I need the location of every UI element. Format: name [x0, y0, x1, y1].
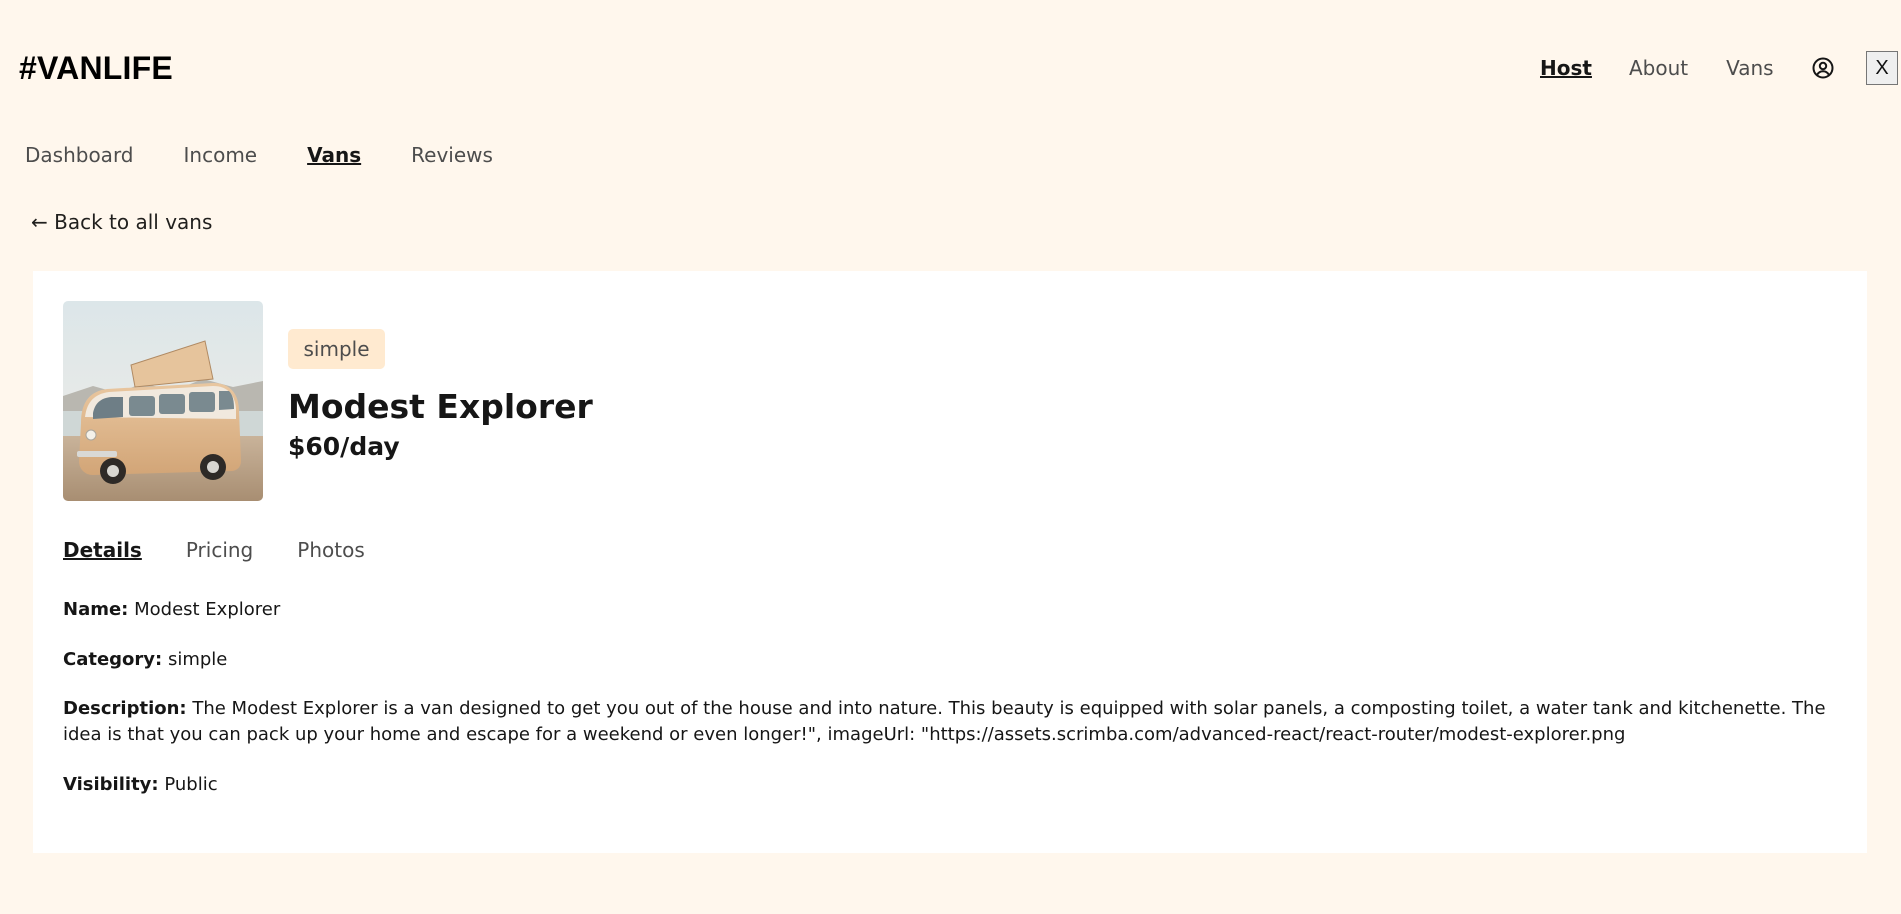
- nav-about-link[interactable]: About: [1629, 49, 1688, 87]
- detail-name-label: Name:: [63, 599, 129, 620]
- user-circle-icon[interactable]: [1811, 56, 1835, 80]
- tab-pricing[interactable]: Pricing: [186, 535, 253, 565]
- detail-category-row: Category: simple: [63, 647, 1843, 673]
- host-nav-vans[interactable]: Vans: [307, 140, 361, 170]
- host-nav: Dashboard Income Vans Reviews: [25, 140, 543, 170]
- van-name-heading: Modest Explorer: [288, 387, 593, 426]
- van-price: $60/day: [288, 432, 400, 461]
- host-nav-dashboard[interactable]: Dashboard: [25, 140, 134, 170]
- logout-button[interactable]: X: [1866, 51, 1898, 85]
- detail-description-label: Description:: [63, 698, 187, 719]
- site-header: #VANLIFE Host About Vans X: [0, 0, 1901, 135]
- detail-name-value: Modest Explorer: [134, 599, 281, 620]
- logo-link[interactable]: #VANLIFE: [19, 49, 173, 87]
- detail-description-value: The Modest Explorer is a van designed to…: [63, 698, 1826, 745]
- van-detail-card: simple Modest Explorer $60/day Details P…: [33, 271, 1867, 853]
- back-to-vans-link[interactable]: ← Back to all vans: [31, 207, 212, 237]
- main-nav: Host About Vans: [1540, 49, 1835, 87]
- detail-visibility-value: Public: [164, 774, 218, 795]
- nav-vans-link[interactable]: Vans: [1726, 49, 1773, 87]
- detail-description-row: Description: The Modest Explorer is a va…: [63, 696, 1843, 748]
- tab-details[interactable]: Details: [63, 535, 142, 565]
- host-nav-reviews[interactable]: Reviews: [411, 140, 493, 170]
- nav-host-link[interactable]: Host: [1540, 49, 1592, 87]
- van-detail-tabs: Details Pricing Photos: [63, 535, 409, 565]
- van-image: [63, 301, 263, 501]
- detail-visibility-row: Visibility: Public: [63, 772, 1843, 798]
- host-nav-income[interactable]: Income: [184, 140, 258, 170]
- tab-photos[interactable]: Photos: [297, 535, 364, 565]
- van-type-badge: simple: [288, 329, 385, 369]
- detail-name-row: Name: Modest Explorer: [63, 597, 1843, 623]
- detail-visibility-label: Visibility:: [63, 774, 159, 795]
- detail-category-label: Category:: [63, 649, 163, 670]
- detail-category-value: simple: [167, 649, 228, 670]
